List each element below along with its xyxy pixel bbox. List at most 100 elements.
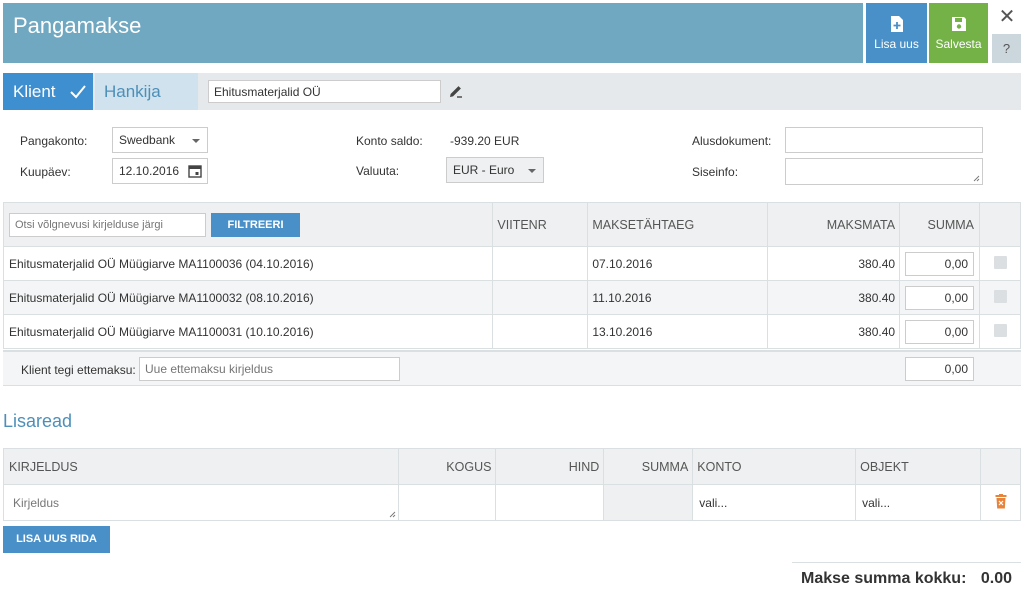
- invoice-select-cell: [979, 280, 1021, 315]
- invoice-select-cell: [979, 246, 1021, 281]
- add-new-label: Lisa uus: [874, 37, 919, 51]
- new-document-icon: [890, 16, 903, 32]
- invoice-checkbox[interactable]: [993, 289, 1007, 303]
- object-select[interactable]: vali...: [855, 484, 981, 521]
- base-document-label: Alusdokument:: [692, 134, 772, 148]
- save-button[interactable]: Salvesta: [929, 3, 988, 63]
- column-header-account: KONTO: [692, 448, 857, 485]
- column-header-select: [979, 202, 1021, 247]
- column-header-price: HIND: [495, 448, 605, 485]
- chevron-down-icon: [192, 139, 200, 143]
- checkmark-icon: [70, 85, 86, 99]
- prepayment-label: Klient tegi ettemaksu:: [21, 363, 136, 377]
- balance-label: Konto saldo:: [356, 134, 423, 148]
- chevron-down-icon: [528, 169, 536, 173]
- description-textarea[interactable]: Kirjeldus: [3, 484, 399, 521]
- invoice-due-date: 11.10.2016: [587, 280, 769, 315]
- description-placeholder: Kirjeldus: [13, 495, 60, 510]
- date-input[interactable]: 12.10.2016: [112, 158, 208, 184]
- table-row[interactable]: Ehitusmaterjalid OÜ Müügiarve MA1100031 …: [2, 314, 1021, 349]
- invoice-ref: [492, 280, 589, 315]
- floppy-disk-icon: [951, 17, 966, 31]
- invoice-select-cell: [979, 314, 1021, 349]
- price-input[interactable]: [495, 484, 605, 521]
- column-header-sum[interactable]: SUMMA: [899, 202, 981, 247]
- invoice-checkbox[interactable]: [993, 255, 1007, 269]
- invoice-sum-cell: 0,00: [899, 314, 981, 349]
- invoice-sum-cell: 0,00: [899, 280, 981, 315]
- bank-account-value: Swedbank: [119, 133, 176, 147]
- column-header-ref[interactable]: VIITENR: [492, 202, 589, 247]
- tab-client[interactable]: Klient: [3, 73, 93, 110]
- invoice-description: Ehitusmaterjalid OÜ Müügiarve MA1100031 …: [2, 314, 494, 349]
- invoice-sum-input[interactable]: 0,00: [905, 251, 975, 276]
- quantity-input[interactable]: [397, 484, 497, 521]
- search-input[interactable]: [9, 212, 206, 237]
- pencil-edit-icon[interactable]: [448, 83, 464, 99]
- invoice-sum-input[interactable]: 0,00: [905, 319, 975, 344]
- bank-account-select[interactable]: Swedbank: [112, 127, 208, 153]
- invoice-unpaid: 380.40: [767, 246, 901, 281]
- column-header-unpaid[interactable]: MAKSMATA: [767, 202, 901, 247]
- invoice-unpaid: 380.40: [767, 314, 901, 349]
- payment-total-value: 0.00: [980, 570, 1012, 587]
- invoice-sum-cell: 0,00: [899, 246, 981, 281]
- add-new-button[interactable]: Lisa uus: [866, 3, 927, 63]
- bank-account-label: Pangakonto:: [20, 134, 88, 148]
- filter-button[interactable]: FILTREERI: [211, 212, 300, 237]
- table-header-row: KIRJELDUS KOGUS HIND SUMMA KONTO OBJEKT: [3, 448, 1021, 485]
- base-document-input[interactable]: [785, 127, 983, 153]
- invoice-checkbox[interactable]: [993, 323, 1007, 337]
- table-row: Kirjeldus vali... vali...: [3, 484, 1021, 521]
- column-header-sum: SUMMA: [603, 448, 694, 485]
- currency-select[interactable]: EUR - Euro: [446, 157, 544, 183]
- add-row-button[interactable]: LISA UUS RIDA: [3, 526, 110, 553]
- column-header-quantity: KOGUS: [397, 448, 497, 485]
- close-icon[interactable]: ✕: [996, 6, 1018, 28]
- extra-rows-title: Lisaread: [3, 411, 73, 431]
- invoice-ref: [492, 246, 589, 281]
- invoice-due-date: 13.10.2016: [587, 314, 769, 349]
- invoice-sum-input[interactable]: 0,00: [905, 285, 975, 310]
- payment-total-label: Makse summa kokku:: [801, 570, 967, 587]
- invoice-unpaid: 380.40: [767, 280, 901, 315]
- help-button[interactable]: ?: [992, 34, 1021, 63]
- trash-delete-icon[interactable]: [995, 493, 1007, 509]
- column-header-due[interactable]: MAKSETÄHTAEG: [587, 202, 769, 247]
- internal-info-textarea[interactable]: [785, 158, 983, 185]
- page-header: Pangamakse: [3, 3, 863, 63]
- currency-value: EUR - Euro: [453, 163, 515, 177]
- currency-label: Valuuta:: [356, 164, 400, 178]
- date-value: 12.10.2016: [119, 164, 180, 178]
- resize-handle-icon[interactable]: [973, 175, 980, 182]
- prepayment-sum-input[interactable]: 0,00: [905, 357, 974, 381]
- party-bar: Klient Hankija: [3, 73, 1021, 110]
- invoice-table: FILTREERI VIITENR MAKSETÄHTAEG MAKSMATA …: [2, 202, 1021, 349]
- sum-readonly: [603, 484, 694, 521]
- search-cell: FILTREERI: [2, 202, 494, 247]
- tab-client-label: Klient: [13, 82, 56, 101]
- table-row[interactable]: Ehitusmaterjalid OÜ Müügiarve MA1100032 …: [2, 280, 1021, 315]
- column-header-actions: [980, 448, 1021, 485]
- tab-supplier[interactable]: Hankija: [95, 73, 198, 110]
- column-header-description: KIRJELDUS: [3, 448, 399, 485]
- save-label: Salvesta: [935, 37, 982, 51]
- prepayment-row: Klient tegi ettemaksu: 0,00: [3, 350, 1021, 386]
- calendar-icon[interactable]: [188, 164, 202, 178]
- account-select[interactable]: vali...: [692, 484, 857, 521]
- resize-handle-icon[interactable]: [389, 511, 396, 518]
- table-header-row: FILTREERI VIITENR MAKSETÄHTAEG MAKSMATA …: [2, 202, 1021, 247]
- invoice-description: Ehitusmaterjalid OÜ Müügiarve MA1100032 …: [2, 280, 494, 315]
- client-name-input[interactable]: [208, 80, 441, 103]
- internal-info-label: Siseinfo:: [692, 165, 739, 179]
- invoice-description: Ehitusmaterjalid OÜ Müügiarve MA1100036 …: [2, 246, 494, 281]
- column-header-object: OBJEKT: [855, 448, 981, 485]
- balance-value: -939.20 EUR: [450, 134, 520, 148]
- table-row[interactable]: Ehitusmaterjalid OÜ Müügiarve MA1100036 …: [2, 246, 1021, 281]
- prepayment-description-input[interactable]: [139, 357, 400, 381]
- page-title: Pangamakse: [13, 13, 142, 38]
- date-label: Kuupäev:: [20, 165, 71, 179]
- payment-total: Makse summa kokku: 0.00: [792, 562, 1021, 596]
- delete-cell: [980, 484, 1021, 521]
- extra-rows-table: KIRJELDUS KOGUS HIND SUMMA KONTO OBJEKT …: [3, 448, 1021, 521]
